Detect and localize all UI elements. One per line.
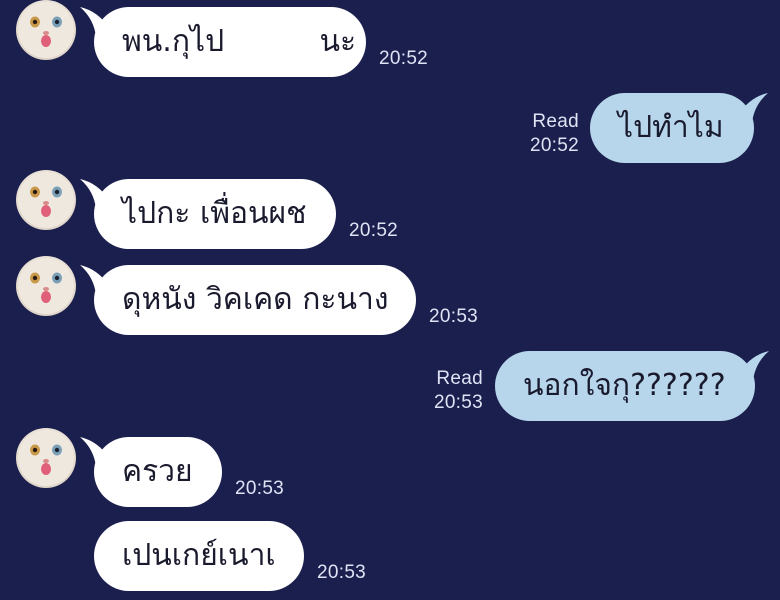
- message-text: ดุหนัง วิคเคด กะนาง: [122, 282, 389, 317]
- message-bubble-incoming[interactable]: ดุหนัง วิคเคด กะนาง: [80, 265, 416, 335]
- cat-face-icon: [18, 430, 74, 486]
- message-bubble-incoming[interactable]: ไปกะ เพื่อนผช: [80, 179, 336, 249]
- message-bubble-outgoing[interactable]: ไปทำไม: [590, 93, 768, 163]
- read-receipt: Read: [436, 368, 483, 389]
- message-text: นอกใจกุ??????: [523, 368, 726, 403]
- cat-face-icon: [18, 2, 74, 58]
- message-text: พน.กุไป นะ: [122, 24, 357, 59]
- message-time: 20:52: [379, 48, 429, 69]
- message-meta: Read 20:52: [530, 110, 579, 158]
- bubble-tail: [734, 93, 768, 123]
- read-receipt: Read: [532, 111, 579, 132]
- message-time: 20:53: [433, 392, 483, 413]
- cat-face-icon: [18, 172, 74, 228]
- contact-avatar[interactable]: [16, 256, 76, 316]
- message-bubble-incoming[interactable]: เปนเกย์เนาเ: [94, 521, 304, 591]
- message-time: 20:53: [317, 562, 367, 583]
- bubble-tail: [80, 179, 114, 209]
- message-time: 20:53: [429, 306, 479, 327]
- chat-conversation: พน.กุไป นะ 20:52 Read 20:52 ไปทำไม ไปกะ …: [0, 0, 780, 600]
- message-time: 20:52: [349, 220, 399, 241]
- message-text: เปนเกย์เนาเ: [122, 538, 276, 573]
- message-time: 20:52: [529, 135, 579, 156]
- message-bubble-outgoing[interactable]: นอกใจกุ??????: [495, 351, 769, 421]
- message-meta: Read 20:53: [434, 367, 483, 415]
- message-text: ครวย: [122, 454, 193, 489]
- message-text: ไปกะ เพื่อนผช: [122, 196, 307, 231]
- bubble-tail: [80, 437, 114, 467]
- message-text: ไปทำไม: [618, 110, 724, 145]
- message-bubble-incoming[interactable]: พน.กุไป นะ: [80, 7, 366, 77]
- contact-avatar[interactable]: [16, 170, 76, 230]
- cat-face-icon: [18, 258, 74, 314]
- message-time: 20:53: [235, 478, 285, 499]
- bubble-tail: [80, 265, 114, 295]
- bubble-tail: [735, 351, 769, 381]
- bubble-tail: [80, 7, 114, 37]
- contact-avatar[interactable]: [16, 0, 76, 60]
- message-bubble-incoming[interactable]: ครวย: [80, 437, 222, 507]
- contact-avatar[interactable]: [16, 428, 76, 488]
